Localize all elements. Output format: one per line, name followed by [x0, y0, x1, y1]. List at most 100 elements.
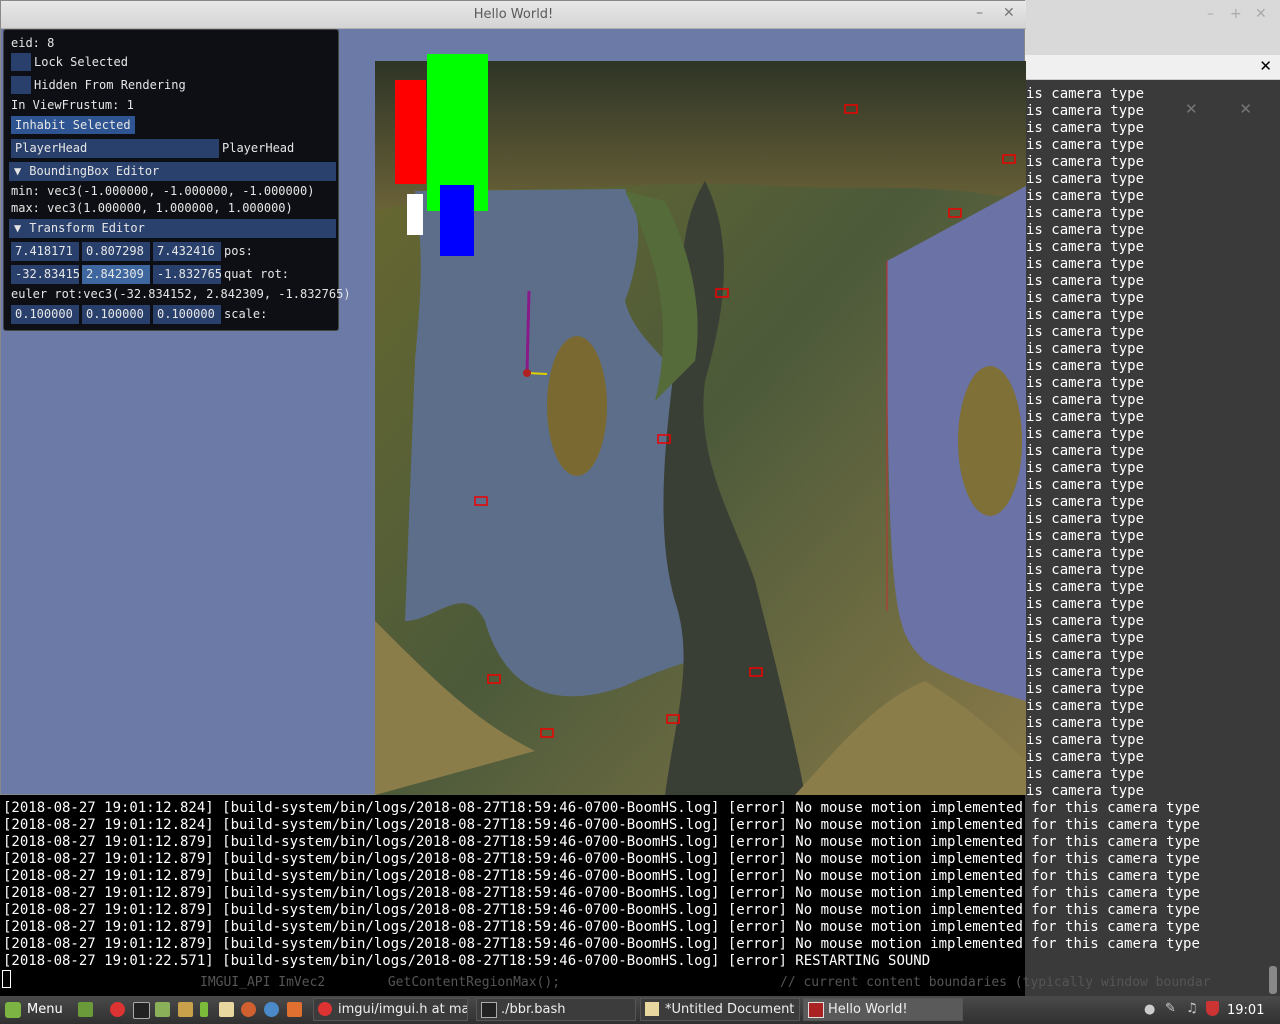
terminal-line: is camera type [1026, 732, 1145, 748]
window-title: Hello World! [473, 7, 554, 22]
bounding-box-editor-header[interactable]: ▼ BoundingBox Editor [9, 162, 336, 181]
terminal-line: is camera type [1026, 409, 1145, 425]
terminal-line: is camera type [1026, 766, 1145, 782]
terminal-icon[interactable] [133, 1002, 150, 1019]
archive-icon[interactable] [178, 1002, 193, 1017]
clock[interactable]: 19:01 [1227, 1003, 1264, 1018]
imgui-entity-panel[interactable]: eid: 8 Lock Selected Hidden From Renderi… [3, 29, 351, 331]
bounding-box-editor-title: BoundingBox Editor [29, 164, 160, 178]
window-titlebar[interactable]: Hello World! – ✕ [1, 1, 1026, 29]
user-icon[interactable]: ● [1144, 1002, 1155, 1017]
terminal-line: is camera type [1026, 647, 1145, 663]
task-label: Hello World! [828, 1002, 908, 1017]
taskbar: Menu imgui/imgui.h at ma... ./bbr.bash *… [0, 996, 1280, 1024]
terminal-log-line: [2018-08-27 19:01:12.879] [build-system/… [3, 902, 1200, 918]
editor-close-icon[interactable]: ✕ [1239, 100, 1252, 118]
editor-close-icon[interactable]: ✕ [1185, 100, 1198, 118]
bg-maximize-icon[interactable]: + [1230, 6, 1242, 22]
game-window[interactable]: Hello World! – ✕ eid: 8 Lock Selected Hi… [0, 0, 1026, 795]
terminal-line: is camera type [1026, 477, 1145, 493]
pos-z-input[interactable]: 7.432416 [153, 242, 221, 261]
bg-close-icon[interactable]: ✕ [1255, 6, 1267, 22]
terminal-line: is camera type [1026, 341, 1145, 357]
terminal-cursor [2, 970, 11, 988]
entity-id-label: eid: 8 [11, 36, 55, 50]
bg-minimize-icon[interactable]: – [1207, 6, 1214, 22]
terminal-line: is camera type [1026, 222, 1145, 238]
terminal-line: is camera type [1026, 681, 1145, 697]
close-tab-icon[interactable]: ✕ [1259, 57, 1272, 75]
show-desktop-icon[interactable] [78, 1002, 93, 1017]
terminal-line: is camera type [1026, 290, 1145, 306]
euler-rot-label: euler rot:vec3(-32.834152, 2.842309, -1.… [11, 287, 351, 301]
terminal-line: is camera type [1026, 460, 1145, 476]
mint-logo-icon [5, 1002, 21, 1018]
terminal-line: is camera type [1026, 664, 1145, 680]
quat-z-input[interactable]: -1.832765 [153, 265, 222, 284]
ghost-code-line: // current content boundaries (typically… [780, 975, 1211, 990]
app-window-icon [808, 1002, 824, 1018]
terminal-line: is camera type [1026, 120, 1145, 136]
terminal-line: is camera type [1026, 324, 1145, 340]
network-icon[interactable] [264, 1002, 279, 1017]
terminal-line: is camera type [1026, 205, 1145, 221]
text-editor-icon [645, 1002, 659, 1016]
terminal-log-line: [2018-08-27 19:01:12.879] [build-system/… [3, 868, 1200, 884]
scale-z-input[interactable]: 0.100000 [153, 305, 221, 324]
terminal-line: is camera type [1026, 188, 1145, 204]
task-text-editor[interactable]: *Untitled Document ... [640, 998, 800, 1021]
volume-icon[interactable]: ♫ [1186, 1001, 1198, 1016]
entity-name-input[interactable]: PlayerHead [11, 139, 219, 158]
terminal-log-line: [2018-08-27 19:01:12.879] [build-system/… [3, 834, 1200, 850]
terminal-line: is camera type [1026, 562, 1145, 578]
red-debug-rect [395, 80, 426, 184]
terminal-line: is camera type [1026, 358, 1145, 374]
terminal-line: is camera type [1026, 749, 1145, 765]
in-view-frustum-label: In ViewFrustum: 1 [11, 98, 134, 112]
minimize-icon[interactable]: – [976, 5, 983, 21]
quat-x-input[interactable]: -32.83415 [11, 265, 80, 284]
task-terminal[interactable]: ./bbr.bash [476, 998, 636, 1021]
battery-icon[interactable] [200, 1002, 208, 1017]
terminal-line: is camera type [1026, 426, 1145, 442]
chrome-icon[interactable] [110, 1002, 125, 1017]
terminal-log-line: [2018-08-27 19:01:12.879] [build-system/… [3, 851, 1200, 867]
hidden-from-rendering-checkbox[interactable] [11, 76, 31, 94]
shield-icon[interactable] [1206, 1001, 1219, 1016]
scale-y-input[interactable]: 0.100000 [82, 305, 150, 324]
terminal-line: is camera type [1026, 579, 1145, 595]
text-editor-icon[interactable] [219, 1002, 234, 1017]
terminal-line: is camera type [1026, 494, 1145, 510]
terminal-line: is camera type [1026, 273, 1145, 289]
inhabit-selected-button[interactable]: Inhabit Selected [11, 116, 135, 134]
terminal-scrollbar[interactable] [1269, 966, 1277, 994]
transform-editor-header[interactable]: ▼ Transform Editor [9, 219, 336, 238]
close-icon[interactable]: ✕ [1003, 5, 1015, 21]
lock-selected-checkbox[interactable] [11, 53, 31, 71]
quat-y-input[interactable]: 2.842309 [82, 265, 150, 284]
scale-x-input[interactable]: 0.100000 [11, 305, 79, 324]
pen-icon[interactable]: ✎ [1165, 1001, 1176, 1016]
terminal-log-line: [2018-08-27 19:01:12.879] [build-system/… [3, 919, 1200, 935]
files-icon[interactable] [155, 1002, 170, 1017]
terminal-line: is camera type [1026, 307, 1145, 323]
terminal-line: is camera type [1026, 443, 1145, 459]
terminal-line: is camera type [1026, 596, 1145, 612]
app-icon[interactable] [287, 1002, 302, 1017]
firefox-icon[interactable] [241, 1002, 256, 1017]
terminal-line: is camera type [1026, 103, 1145, 119]
ghost-code-line: IMGUI_API ImVec2 GetContentRegionMax(); [200, 975, 561, 990]
task-label: *Untitled Document ... [665, 1002, 800, 1017]
pos-y-input[interactable]: 0.807298 [82, 242, 150, 261]
terminal-line: is camera type [1026, 511, 1145, 527]
terminal-line: is camera type [1026, 256, 1145, 272]
task-label: imgui/imgui.h at ma... [338, 1002, 468, 1017]
menu-button[interactable]: Menu [3, 999, 69, 1021]
terminal-log-line: [2018-08-27 19:01:12.824] [build-system/… [3, 817, 1200, 833]
terminal-line: is camera type [1026, 137, 1145, 153]
terminal-line: is camera type [1026, 545, 1145, 561]
task-chrome[interactable]: imgui/imgui.h at ma... [313, 998, 468, 1021]
terminal-line: is camera type [1026, 528, 1145, 544]
task-hello-world[interactable]: Hello World! [803, 998, 963, 1021]
pos-x-input[interactable]: 7.418171 [11, 242, 79, 261]
